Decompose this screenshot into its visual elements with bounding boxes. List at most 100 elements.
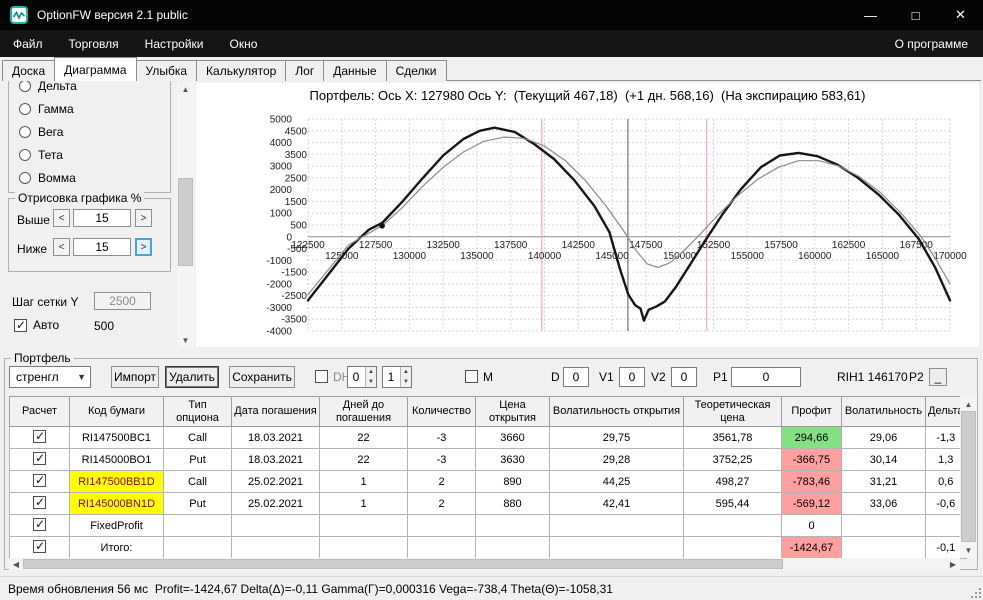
spinner-value[interactable]: 1 <box>383 367 399 387</box>
menu-settings[interactable]: Настройки <box>132 30 217 57</box>
cell-type[interactable]: Put <box>163 492 232 515</box>
tab-calculator[interactable]: Калькулятор <box>196 60 287 81</box>
cell-calc[interactable] <box>9 536 70 559</box>
cell-type[interactable] <box>163 514 232 537</box>
radio-icon[interactable] <box>19 149 31 161</box>
menu-trading[interactable]: Торговля <box>56 30 132 57</box>
import-button[interactable]: Импорт <box>111 366 159 388</box>
cell-profit[interactable]: -366,75 <box>781 448 842 471</box>
cell-open_price[interactable]: 3660 <box>475 426 550 449</box>
cell-open_vol[interactable] <box>549 536 684 559</box>
tab-smile[interactable]: Улыбка <box>135 60 198 81</box>
d-field[interactable]: 0 <box>563 367 589 387</box>
table-row[interactable]: RI145000BN1DPut25.02.20211288042,41595,4… <box>9 492 967 515</box>
table-vscrollbar[interactable]: ▲ ▼ <box>960 396 977 558</box>
row-checkbox[interactable] <box>33 517 46 531</box>
cell-profit[interactable]: -569,12 <box>781 492 842 515</box>
dh-spinner-2[interactable]: 1 ▲ ▼ <box>382 366 412 388</box>
radio-gamma[interactable]: Гамма <box>19 101 74 117</box>
auto-checkbox[interactable] <box>14 318 27 332</box>
column-header[interactable]: Профит <box>781 396 842 427</box>
below-value-field[interactable]: 15 <box>73 238 131 256</box>
cell-profit[interactable]: 294,66 <box>781 426 842 449</box>
column-header[interactable]: Волатильность открытия <box>549 396 684 427</box>
cell-days[interactable] <box>319 536 408 559</box>
cell-open_price[interactable] <box>475 514 550 537</box>
dh-checkbox[interactable] <box>315 370 328 383</box>
preset-combobox[interactable]: стренгл ▼ <box>9 366 91 388</box>
panel-scrollbar[interactable]: ▲ ▼ <box>177 81 194 348</box>
close-icon[interactable]: ✕ <box>938 0 983 30</box>
dh-spinner-1[interactable]: 0 ▲ ▼ <box>347 366 377 388</box>
v2-field[interactable]: 0 <box>671 367 697 387</box>
table-row[interactable]: RI145000BO1Put18.03.202122-3363029,28375… <box>9 448 967 471</box>
scroll-left-icon[interactable]: ◀ <box>10 558 22 570</box>
cell-code[interactable]: RI147500BB1D <box>69 470 164 493</box>
scroll-up-icon[interactable]: ▲ <box>960 398 977 410</box>
spin-down-icon[interactable]: ▼ <box>401 377 411 387</box>
column-header[interactable]: Код бумаги <box>69 396 164 427</box>
cell-type[interactable] <box>163 536 232 559</box>
cell-days[interactable]: 22 <box>319 448 408 471</box>
grid-step-field[interactable]: 2500 <box>94 292 151 310</box>
scroll-down-icon[interactable]: ▼ <box>960 544 977 556</box>
column-header[interactable]: Теоретическая цена <box>683 396 782 427</box>
row-checkbox[interactable] <box>33 473 46 487</box>
column-header[interactable]: Дней до погашения <box>319 396 408 427</box>
cell-theo[interactable] <box>683 536 782 559</box>
cell-open_vol[interactable]: 29,28 <box>549 448 684 471</box>
column-header[interactable]: Волатильность <box>841 396 926 427</box>
scrollbar-thumb[interactable] <box>178 178 193 266</box>
row-checkbox[interactable] <box>33 495 46 509</box>
table-row[interactable]: RI147500BC1Call18.03.202122-3366029,7535… <box>9 426 967 449</box>
cell-calc[interactable] <box>9 448 70 471</box>
above-value-field[interactable]: 15 <box>73 209 131 227</box>
maximize-icon[interactable]: □ <box>893 0 938 30</box>
table-row[interactable]: FixedProfit 0 <box>9 514 967 537</box>
cell-theo[interactable]: 3752,25 <box>683 448 782 471</box>
cell-qty[interactable]: 2 <box>407 470 476 493</box>
cell-qty[interactable]: -3 <box>407 448 476 471</box>
radio-vomma[interactable]: Вомма <box>19 170 76 186</box>
cell-type[interactable]: Put <box>163 448 232 471</box>
radio-icon[interactable] <box>19 172 31 184</box>
delete-button[interactable]: Удалить <box>165 366 219 388</box>
column-header[interactable]: Тип опциона <box>163 396 232 427</box>
scrollbar-thumb[interactable] <box>23 559 783 569</box>
radio-vega[interactable]: Вега <box>19 124 63 140</box>
radio-theta[interactable]: Тета <box>19 147 63 163</box>
cell-vol[interactable]: 30,14 <box>841 448 926 471</box>
cell-theo[interactable]: 595,44 <box>683 492 782 515</box>
tab-log[interactable]: Лог <box>285 60 325 81</box>
tab-board[interactable]: Доска <box>2 60 56 81</box>
cell-days[interactable]: 1 <box>319 470 408 493</box>
tab-data[interactable]: Данные <box>323 60 387 81</box>
cell-calc[interactable] <box>9 470 70 493</box>
menu-window[interactable]: Окно <box>217 30 271 57</box>
cell-code[interactable]: FixedProfit <box>69 514 164 537</box>
minimize-panel-button[interactable]: _ <box>929 368 947 386</box>
column-header[interactable]: Расчет <box>9 396 70 427</box>
radio-icon[interactable] <box>19 81 31 92</box>
cell-open_price[interactable]: 880 <box>475 492 550 515</box>
cell-date[interactable]: 25.02.2021 <box>231 492 320 515</box>
cell-vol[interactable]: 33,06 <box>841 492 926 515</box>
cell-vol[interactable]: 31,21 <box>841 470 926 493</box>
cell-date[interactable]: 25.02.2021 <box>231 470 320 493</box>
above-increase-icon[interactable]: > <box>135 209 152 227</box>
cell-qty[interactable]: -3 <box>407 426 476 449</box>
cell-theo[interactable]: 498,27 <box>683 470 782 493</box>
cell-vol[interactable]: 29,06 <box>841 426 926 449</box>
table-row[interactable]: Итого:-1424,67-0,1 <box>9 536 967 559</box>
column-header[interactable]: Дата погашения <box>231 396 320 427</box>
spinner-arrows[interactable]: ▲ ▼ <box>365 367 376 387</box>
table-hscrollbar[interactable]: ◀ ▶ <box>9 558 960 570</box>
row-checkbox[interactable] <box>33 539 46 553</box>
cell-open_vol[interactable] <box>549 514 684 537</box>
spinner-arrows[interactable]: ▲ ▼ <box>400 367 411 387</box>
cell-theo[interactable]: 3561,78 <box>683 426 782 449</box>
cell-qty[interactable]: 2 <box>407 492 476 515</box>
radio-icon[interactable] <box>19 126 31 138</box>
cell-date[interactable] <box>231 536 320 559</box>
cell-date[interactable]: 18.03.2021 <box>231 448 320 471</box>
